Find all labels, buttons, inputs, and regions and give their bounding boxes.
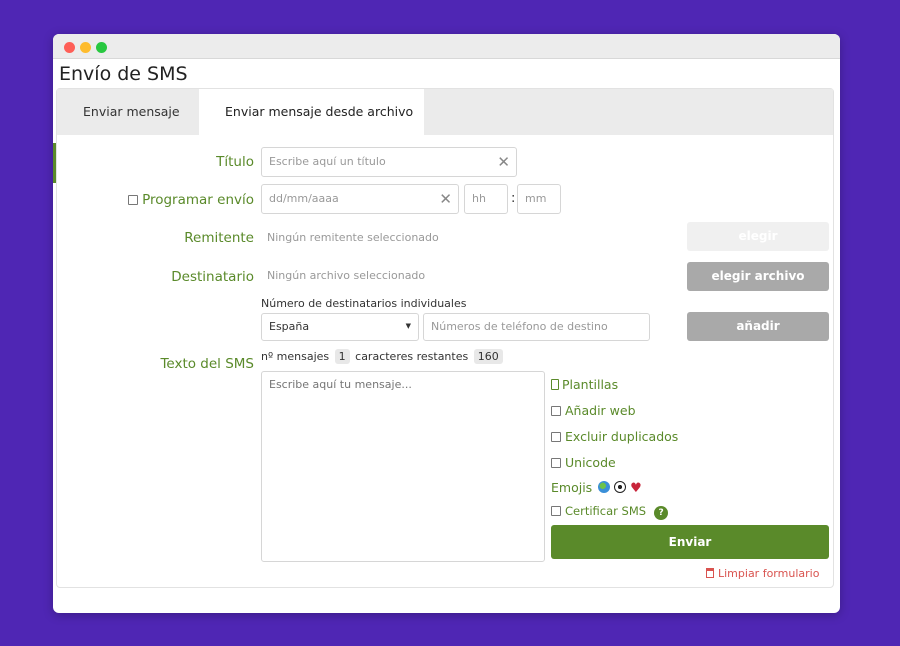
sms-counters: nº mensajes 1 caracteres restantes 160 (261, 349, 505, 364)
active-section-indicator (53, 143, 56, 183)
remitente-label: Remitente (184, 230, 254, 246)
excluir-duplicados-option[interactable]: Excluir duplicados (551, 429, 678, 444)
hora-input[interactable]: hh (464, 184, 508, 214)
window-titlebar (53, 34, 840, 59)
tab-enviar-desde-archivo[interactable]: Enviar mensaje desde archivo (199, 89, 424, 135)
help-icon[interactable]: ? (654, 506, 669, 520)
certificar-label: Certificar SMS (565, 504, 647, 518)
close-window-button[interactable] (64, 42, 75, 53)
anadir-button[interactable]: añadir (687, 312, 829, 341)
enviar-button[interactable]: Enviar (551, 525, 829, 559)
programar-checkbox-box[interactable] (128, 195, 139, 205)
elegir-archivo-button[interactable]: elegir archivo (687, 262, 829, 291)
messages-count: 1 (334, 349, 350, 364)
titulo-label: Título (216, 154, 254, 170)
tab-bar: Enviar mensaje Enviar mensaje desde arch… (57, 89, 833, 135)
minutos-input[interactable]: mm (517, 184, 561, 214)
certificar-option[interactable]: Certificar SMS? (551, 504, 669, 520)
fecha-placeholder: dd/mm/aaaa (269, 192, 339, 205)
programar-envio-checkbox[interactable]: Programar envío (123, 192, 254, 208)
minutos-placeholder: mm (525, 192, 547, 205)
sms-label: Texto del SMS (160, 356, 254, 372)
excluir-duplicados-checkbox[interactable] (551, 432, 561, 442)
elegir-remitente-button[interactable]: elegir (687, 222, 829, 251)
trash-icon (706, 568, 714, 578)
destinatario-value: Ningún archivo seleccionado (267, 269, 426, 282)
chars-label: caracteres restantes (355, 350, 469, 363)
individuales-label: Número de destinatarios individuales (261, 297, 467, 310)
sms-textarea[interactable] (261, 371, 545, 562)
hora-placeholder: hh (472, 192, 486, 205)
time-separator: : (511, 191, 516, 206)
minimize-window-button[interactable] (80, 42, 91, 53)
country-selected: España (269, 320, 310, 333)
plantillas-label: Plantillas (562, 377, 619, 392)
soccer-ball-emoji-icon[interactable] (614, 481, 627, 493)
calendar-clear-icon[interactable]: ✕ (439, 190, 452, 208)
emojis-row: Emojis ♥ (551, 480, 642, 496)
anadir-web-checkbox[interactable] (551, 406, 561, 416)
destinatario-label: Destinatario (171, 269, 254, 285)
heart-emoji-icon[interactable]: ♥ (630, 481, 642, 496)
titulo-placeholder: Escribe aquí un título (269, 155, 386, 168)
fecha-input[interactable]: dd/mm/aaaa ✕ (261, 184, 459, 214)
unicode-label: Unicode (565, 455, 616, 470)
country-select[interactable]: España ▼ (261, 313, 419, 341)
limpiar-formulario-link[interactable]: Limpiar formulario (706, 567, 819, 580)
anadir-web-option[interactable]: Añadir web (551, 403, 636, 418)
programar-label: Programar envío (142, 192, 254, 208)
excluir-duplicados-label: Excluir duplicados (565, 429, 679, 444)
unicode-checkbox[interactable] (551, 458, 561, 468)
telefono-input[interactable]: Números de teléfono de destino (423, 313, 650, 341)
globe-emoji-icon[interactable] (598, 481, 611, 493)
telefono-placeholder: Números de teléfono de destino (431, 320, 608, 333)
messages-label: nº mensajes (261, 350, 330, 363)
emojis-label: Emojis (551, 480, 593, 495)
app-window: Envío de SMS Enviar mensaje Enviar mensa… (53, 34, 840, 613)
certificar-checkbox[interactable] (551, 506, 561, 516)
maximize-window-button[interactable] (96, 42, 107, 53)
tab-enviar-mensaje[interactable]: Enviar mensaje (57, 89, 199, 135)
titulo-input[interactable]: Escribe aquí un título ✕ (261, 147, 517, 177)
limpiar-label: Limpiar formulario (718, 567, 820, 580)
chars-count: 160 (473, 349, 503, 364)
page-title: Envío de SMS (59, 63, 188, 85)
document-icon (551, 379, 559, 390)
unicode-option[interactable]: Unicode (551, 455, 616, 470)
plantillas-link[interactable]: Plantillas (551, 377, 618, 392)
remitente-value: Ningún remitente seleccionado (267, 231, 439, 244)
dropdown-arrow-icon: ▼ (405, 322, 411, 330)
anadir-web-label: Añadir web (565, 403, 636, 418)
close-icon[interactable]: ✕ (497, 153, 510, 171)
